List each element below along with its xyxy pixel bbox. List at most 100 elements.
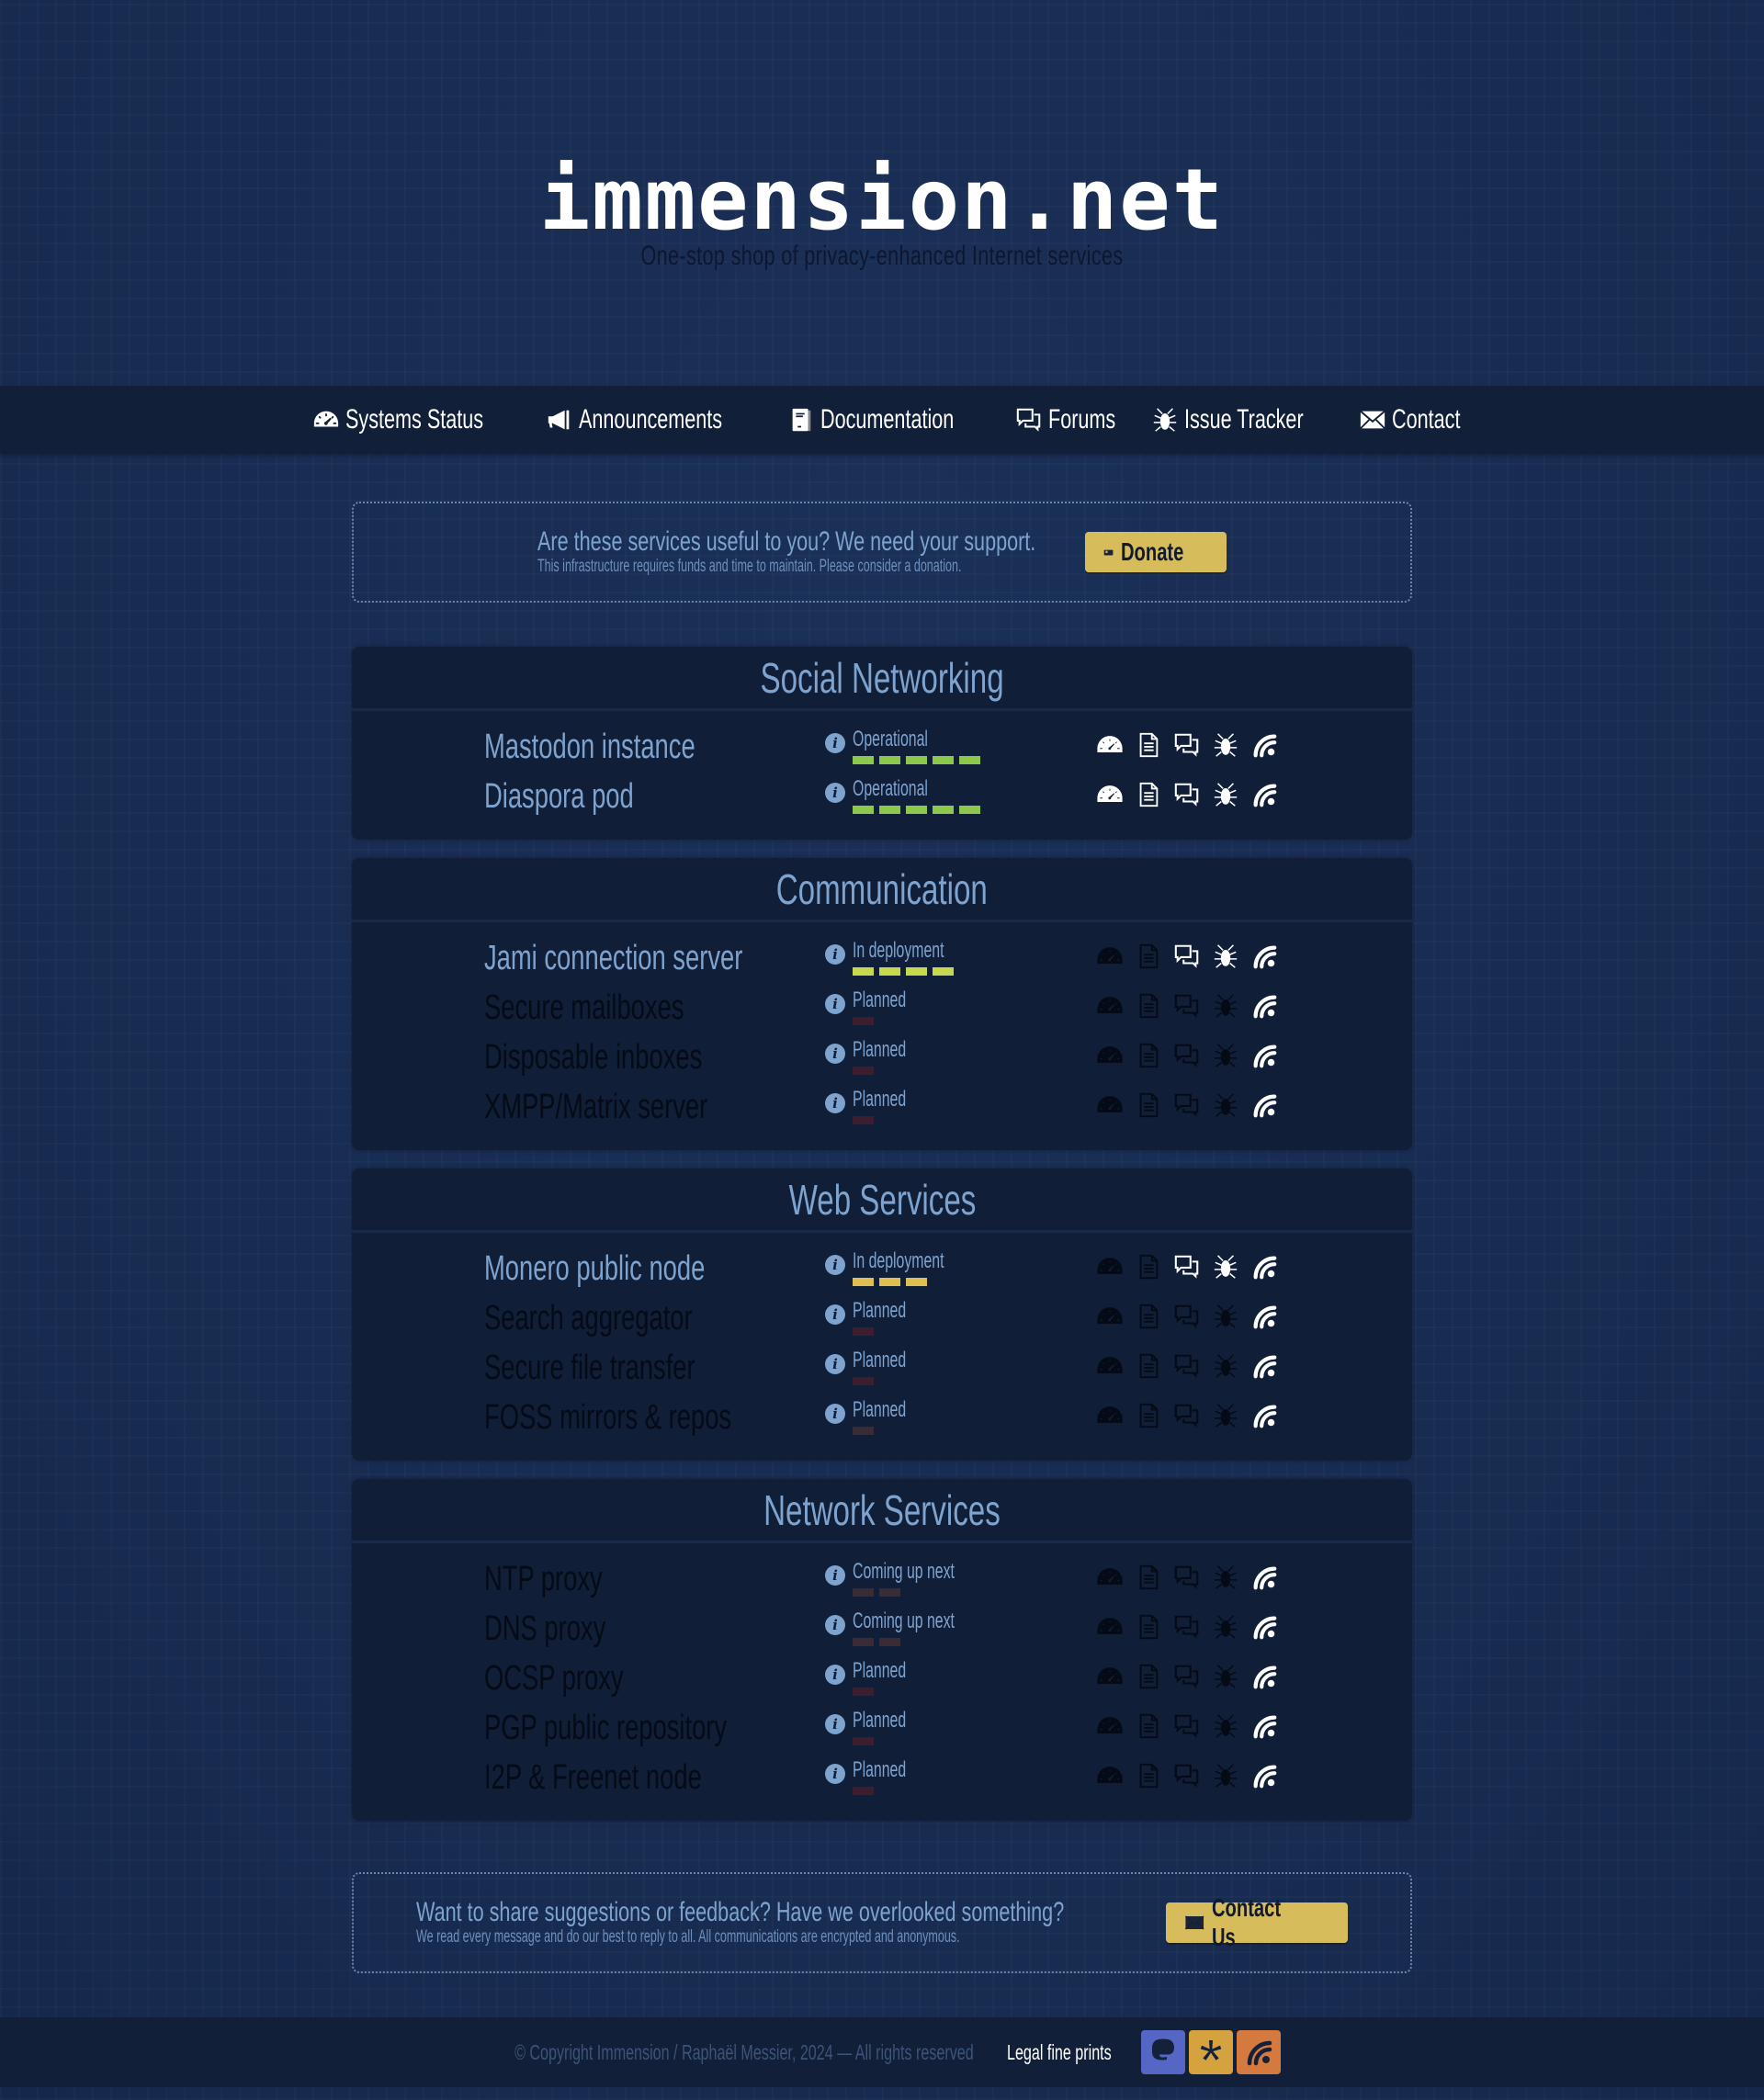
info-icon[interactable]: i — [825, 1714, 845, 1734]
bug-icon[interactable] — [1212, 992, 1239, 1020]
speedometer-icon[interactable] — [1096, 1564, 1124, 1591]
service-name[interactable]: FOSS mirrors & repos — [484, 1398, 731, 1438]
chat-bubbles-icon[interactable] — [1173, 1091, 1201, 1119]
nav-contact[interactable]: Contact — [1359, 404, 1460, 435]
bug-icon[interactable] — [1212, 1613, 1239, 1641]
speedometer-icon[interactable] — [1096, 1303, 1124, 1330]
chat-bubbles-icon[interactable] — [1173, 731, 1201, 759]
info-icon[interactable]: i — [825, 783, 845, 803]
chat-bubbles-icon[interactable] — [1173, 943, 1201, 970]
chat-bubbles-icon[interactable] — [1173, 992, 1201, 1020]
document-icon[interactable] — [1135, 1402, 1162, 1429]
service-name[interactable]: OCSP proxy — [484, 1659, 624, 1699]
nav-forums[interactable]: Forums — [1015, 404, 1115, 435]
chat-bubbles-icon[interactable] — [1173, 1352, 1201, 1380]
rss-feed-icon[interactable] — [1250, 943, 1278, 970]
speedometer-icon[interactable] — [1096, 1253, 1124, 1281]
service-name[interactable]: Jami connection server — [484, 939, 742, 978]
service-name[interactable]: Secure file transfer — [484, 1349, 695, 1388]
bug-icon[interactable] — [1212, 731, 1239, 759]
chat-bubbles-icon[interactable] — [1173, 1712, 1201, 1740]
speedometer-icon[interactable] — [1096, 1352, 1124, 1380]
info-icon[interactable]: i — [825, 1565, 845, 1586]
speedometer-icon[interactable] — [1096, 731, 1124, 759]
donate-button[interactable]: Donate — [1085, 532, 1227, 572]
info-icon[interactable]: i — [825, 733, 845, 753]
bug-icon[interactable] — [1212, 1253, 1239, 1281]
rss-feed-icon[interactable] — [1250, 1091, 1278, 1119]
rss-feed-icon[interactable] — [1250, 1303, 1278, 1330]
info-icon[interactable]: i — [825, 1615, 845, 1635]
service-name[interactable]: Diaspora pod — [484, 777, 634, 817]
rss-feed-icon[interactable] — [1250, 1253, 1278, 1281]
chat-bubbles-icon[interactable] — [1173, 781, 1201, 808]
site-logo[interactable]: immension.net — [0, 158, 1764, 243]
service-name[interactable]: Search aggregator — [484, 1299, 693, 1338]
info-icon[interactable]: i — [825, 944, 845, 965]
rss-feed-icon[interactable] — [1250, 1663, 1278, 1690]
rss-feed-icon[interactable] — [1250, 1762, 1278, 1790]
legal-link[interactable]: Legal fine prints — [1007, 2040, 1112, 2065]
service-name[interactable]: I2P & Freenet node — [484, 1758, 702, 1798]
nav-issue-tracker[interactable]: Issue Tracker — [1151, 404, 1315, 435]
speedometer-icon[interactable] — [1096, 1663, 1124, 1690]
contact-us-button[interactable]: Contact Us — [1166, 1893, 1348, 1951]
service-name[interactable]: Secure mailboxes — [484, 988, 684, 1028]
info-icon[interactable]: i — [825, 1093, 845, 1113]
bug-icon[interactable] — [1212, 1402, 1239, 1429]
rss-feed-icon[interactable] — [1250, 1402, 1278, 1429]
chat-bubbles-icon[interactable] — [1173, 1663, 1201, 1690]
speedometer-icon[interactable] — [1096, 943, 1124, 970]
bug-icon[interactable] — [1212, 1663, 1239, 1690]
bug-icon[interactable] — [1212, 1091, 1239, 1119]
speedometer-icon[interactable] — [1096, 1712, 1124, 1740]
rss-feed-icon[interactable] — [1250, 1613, 1278, 1641]
rss-feed-icon[interactable] — [1250, 731, 1278, 759]
document-icon[interactable] — [1135, 1613, 1162, 1641]
rss-feed-icon[interactable] — [1250, 781, 1278, 808]
chat-bubbles-icon[interactable] — [1173, 1042, 1201, 1069]
info-icon[interactable]: i — [825, 1665, 845, 1685]
bug-icon[interactable] — [1212, 1762, 1239, 1790]
info-icon[interactable]: i — [825, 1404, 845, 1424]
document-icon[interactable] — [1135, 1663, 1162, 1690]
service-name[interactable]: XMPP/Matrix server — [484, 1088, 707, 1127]
document-icon[interactable] — [1135, 1564, 1162, 1591]
speedometer-icon[interactable] — [1096, 1402, 1124, 1429]
service-name[interactable]: Mastodon instance — [484, 728, 695, 767]
nav-announcements[interactable]: Announcements — [546, 404, 743, 435]
document-icon[interactable] — [1135, 943, 1162, 970]
info-icon[interactable]: i — [825, 1304, 845, 1325]
chat-bubbles-icon[interactable] — [1173, 1402, 1201, 1429]
speedometer-icon[interactable] — [1096, 1762, 1124, 1790]
speedometer-icon[interactable] — [1096, 1613, 1124, 1641]
info-icon[interactable]: i — [825, 1354, 845, 1374]
rss-feed-icon[interactable] — [1250, 1712, 1278, 1740]
rss-feed-icon[interactable] — [1250, 992, 1278, 1020]
bug-icon[interactable] — [1212, 943, 1239, 970]
service-name[interactable]: Disposable inboxes — [484, 1038, 702, 1078]
bug-icon[interactable] — [1212, 1352, 1239, 1380]
rss-link[interactable] — [1237, 2030, 1282, 2074]
document-icon[interactable] — [1135, 1091, 1162, 1119]
service-name[interactable]: DNS proxy — [484, 1609, 605, 1649]
nav-systems-status[interactable]: Systems Status — [312, 404, 502, 435]
document-icon[interactable] — [1135, 1352, 1162, 1380]
document-icon[interactable] — [1135, 992, 1162, 1020]
chat-bubbles-icon[interactable] — [1173, 1762, 1201, 1790]
rss-feed-icon[interactable] — [1250, 1352, 1278, 1380]
service-name[interactable]: Monero public node — [484, 1249, 705, 1289]
chat-bubbles-icon[interactable] — [1173, 1613, 1201, 1641]
speedometer-icon[interactable] — [1096, 992, 1124, 1020]
nav-documentation[interactable]: Documentation — [787, 404, 971, 435]
bug-icon[interactable] — [1212, 781, 1239, 808]
speedometer-icon[interactable] — [1096, 781, 1124, 808]
bug-icon[interactable] — [1212, 1712, 1239, 1740]
rss-feed-icon[interactable] — [1250, 1042, 1278, 1069]
document-icon[interactable] — [1135, 1303, 1162, 1330]
bug-icon[interactable] — [1212, 1042, 1239, 1069]
bug-icon[interactable] — [1212, 1564, 1239, 1591]
info-icon[interactable]: i — [825, 1764, 845, 1784]
diaspora-link[interactable] — [1189, 2030, 1234, 2074]
speedometer-icon[interactable] — [1096, 1042, 1124, 1069]
